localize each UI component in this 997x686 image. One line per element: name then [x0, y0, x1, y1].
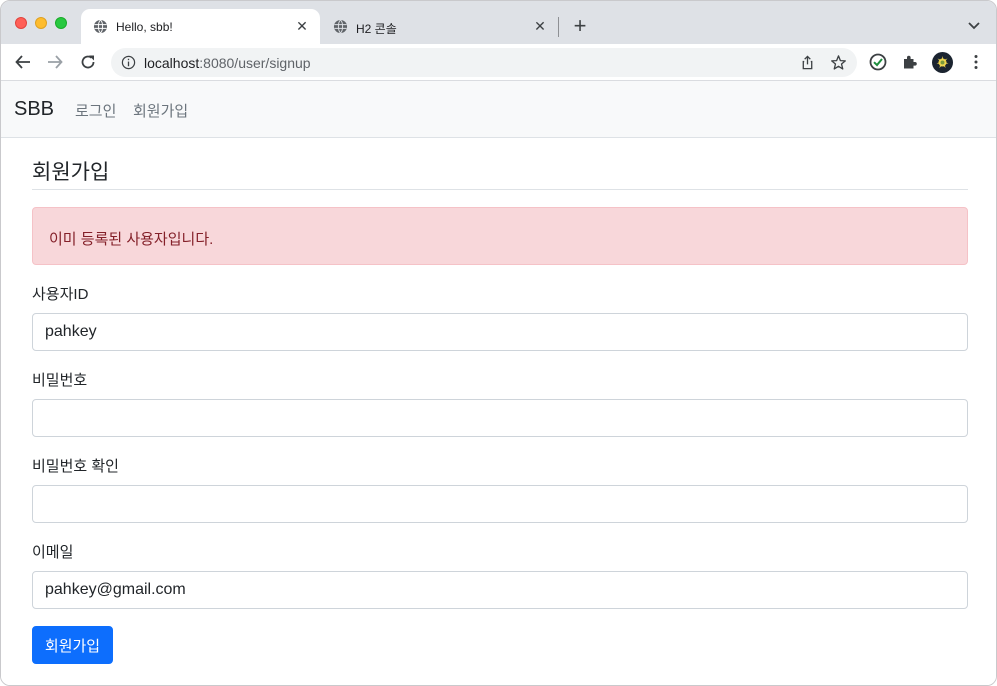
- password-confirm-label: 비밀번호 확인: [32, 458, 119, 475]
- url-host: localhost: [144, 55, 200, 71]
- password-confirm-input[interactable]: [32, 485, 968, 523]
- password-input[interactable]: [32, 399, 968, 437]
- tab-title: Hello, sbb!: [116, 20, 173, 34]
- url-path: :8080/user/signup: [199, 55, 311, 71]
- tab-separator: [558, 17, 559, 37]
- profile-avatar[interactable]: [932, 52, 953, 73]
- heading-divider: [32, 189, 968, 190]
- forward-arrow-icon[interactable]: [46, 53, 64, 71]
- nav-link-signup[interactable]: 회원가입: [133, 100, 188, 121]
- reload-icon[interactable]: [79, 53, 97, 71]
- globe-icon: [333, 19, 348, 34]
- back-arrow-icon[interactable]: [14, 53, 32, 71]
- signup-submit-button[interactable]: 회원가입: [32, 626, 113, 664]
- address-bar[interactable]: localhost:8080/user/signup: [111, 48, 857, 77]
- username-label: 사용자ID: [32, 286, 89, 303]
- new-tab-button[interactable]: +: [571, 15, 589, 37]
- info-icon[interactable]: [121, 55, 136, 70]
- tab-strip: Hello, sbb! ✕ H2 콘솔 ✕ +: [1, 1, 996, 44]
- extension-check-icon[interactable]: [869, 53, 887, 71]
- brand-link[interactable]: SBB: [14, 98, 54, 121]
- nav-link-login[interactable]: 로그인: [75, 100, 116, 121]
- globe-icon: [93, 19, 108, 34]
- browser-window: Hello, sbb! ✕ H2 콘솔 ✕ + localhost:8080/u…: [0, 0, 997, 686]
- page-content: SBB 로그인 회원가입 회원가입 이미 등록된 사용자입니다. 사용자ID 비…: [1, 81, 996, 685]
- close-tab-icon[interactable]: ✕: [294, 18, 310, 34]
- page-title: 회원가입: [32, 161, 110, 184]
- tab-hello-sbb[interactable]: Hello, sbb! ✕: [81, 9, 320, 44]
- more-vert-icon[interactable]: [967, 53, 985, 71]
- url-text: localhost:8080/user/signup: [144, 55, 311, 71]
- puzzle-icon[interactable]: [901, 53, 919, 71]
- email-label: 이메일: [32, 544, 74, 561]
- username-input[interactable]: [32, 313, 968, 351]
- password-label: 비밀번호: [32, 372, 88, 389]
- error-alert: 이미 등록된 사용자입니다.: [32, 207, 968, 265]
- star-icon[interactable]: [830, 54, 847, 71]
- email-input[interactable]: [32, 571, 968, 609]
- site-navbar: SBB 로그인 회원가입: [1, 81, 996, 138]
- zoom-window-button[interactable]: [55, 17, 67, 29]
- tab-h2-console[interactable]: H2 콘솔 ✕: [321, 9, 558, 44]
- tab-title: H2 콘솔: [356, 22, 397, 36]
- share-icon[interactable]: [800, 55, 815, 70]
- browser-toolbar: localhost:8080/user/signup: [1, 44, 996, 81]
- close-tab-icon[interactable]: ✕: [532, 18, 548, 34]
- close-window-button[interactable]: [15, 17, 27, 29]
- chevron-down-icon[interactable]: [967, 18, 981, 32]
- minimize-window-button[interactable]: [35, 17, 47, 29]
